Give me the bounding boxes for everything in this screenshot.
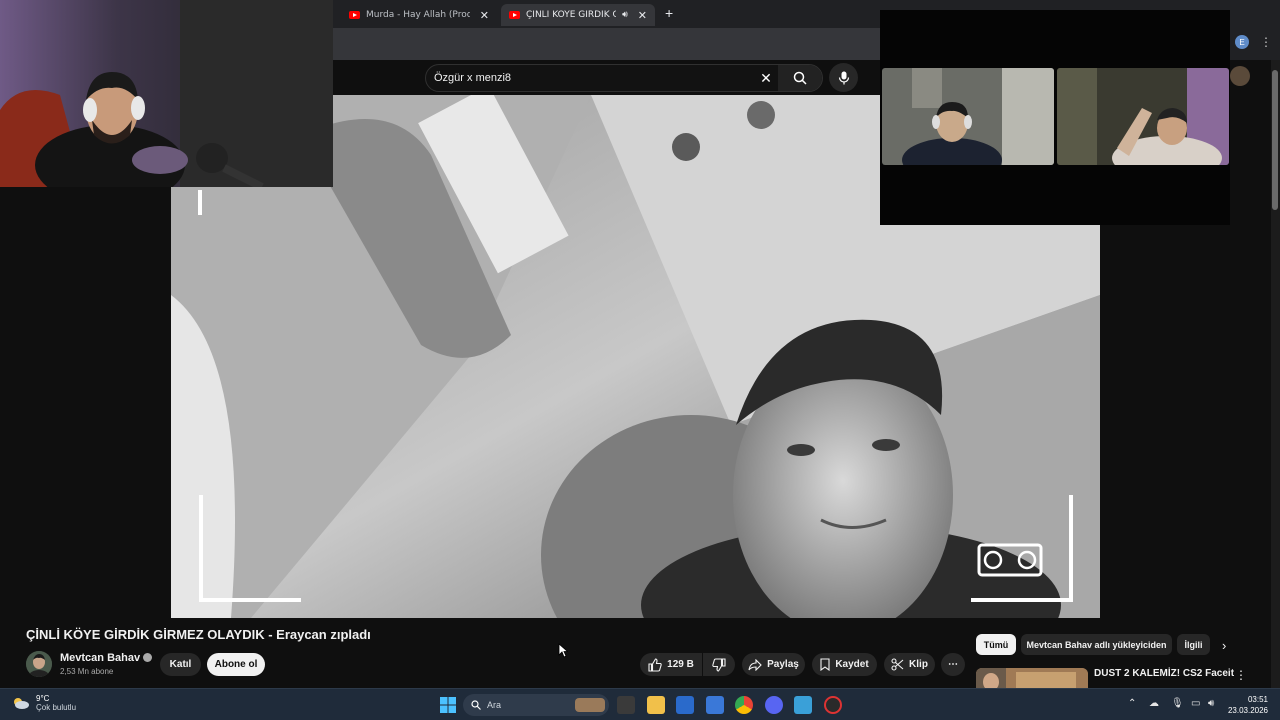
discord-icon[interactable] [765, 696, 783, 714]
scissors-icon [891, 658, 904, 671]
clock-date: 23.03.2026 [1227, 706, 1268, 715]
share-label: Paylaş [767, 659, 799, 670]
youtube-header: Özgür x menzi8 ✕ [333, 60, 880, 95]
scrollbar-thumb[interactable] [1272, 70, 1278, 210]
save-button[interactable]: Kaydet [812, 653, 877, 676]
taskbar-clock[interactable]: 03:51 23.03.2026 [1226, 694, 1268, 716]
search-input[interactable]: Özgür x menzi8 [426, 72, 754, 84]
mic-icon [838, 71, 849, 84]
taskbar-search-placeholder: Ara [487, 700, 502, 710]
search-icon [471, 700, 481, 710]
call-participant-tile [882, 68, 1054, 165]
onedrive-icon[interactable]: ☁︎ [1149, 698, 1159, 709]
menu-dots-icon[interactable]: ⋮ [1260, 35, 1272, 49]
cloud-icon [14, 698, 29, 709]
mouse-cursor-icon [558, 643, 568, 658]
menu-dots-icon[interactable]: ⋮ [1235, 668, 1247, 682]
avatar-image [26, 651, 52, 677]
volume-icon[interactable]: 🔊︎ [1208, 698, 1214, 709]
channel-name-label[interactable]: Mevtcan Bahav [60, 652, 140, 664]
more-dots-icon: ⋯ [948, 659, 958, 670]
windows-taskbar: 9°C Çok bulutlu Ara ⌃ ☁︎ 🎙︎ ▭ 🔊︎ 03:51 2… [0, 688, 1280, 720]
plus-icon[interactable]: + [665, 5, 673, 21]
chip-from-uploader[interactable]: Mevtcan Bahav adlı yükleyiciden [1021, 634, 1172, 655]
tab-murda[interactable]: Murda - Hay Allah (Prod. Vlado ✕ [341, 4, 497, 26]
close-icon[interactable]: ✕ [638, 9, 647, 22]
search-box[interactable]: Özgür x menzi8 ✕ [425, 64, 823, 92]
task-view-icon[interactable] [617, 696, 635, 714]
outlook-icon[interactable] [706, 696, 724, 714]
profile-avatar[interactable]: E [1235, 35, 1249, 49]
temperature: 9°C [36, 694, 50, 703]
store-icon[interactable] [676, 696, 694, 714]
join-label: Katıl [169, 659, 192, 670]
search-icon [793, 71, 807, 85]
search-button[interactable] [778, 65, 822, 91]
verified-icon [143, 653, 153, 662]
streamer-webcam [0, 0, 333, 187]
video-title: ÇİNLİ KÖYE GİRDİK GİRMEZ OLAYDIK - Erayc… [26, 627, 371, 642]
share-button[interactable]: Paylaş [742, 653, 805, 676]
search-highlight-image [575, 698, 605, 712]
call-participant-tile [1057, 68, 1229, 165]
tab-current-video[interactable]: ÇİNLİ KÖYE GİRDİK GİRME 🔊︎ ✕ [501, 4, 655, 26]
participant-video [882, 68, 1054, 165]
thumbs-up-icon [648, 657, 662, 672]
clip-label: Klip [909, 659, 928, 670]
chrome-icon[interactable] [735, 696, 753, 714]
clip-button[interactable]: Klip [884, 653, 935, 676]
steam-icon[interactable] [824, 696, 842, 714]
chip-all[interactable]: Tümü [976, 634, 1016, 655]
notepad-icon[interactable] [794, 696, 812, 714]
more-actions-button[interactable]: ⋯ [941, 653, 965, 676]
close-icon[interactable]: ✕ [754, 70, 778, 87]
taskbar-search[interactable]: Ara [463, 694, 609, 716]
speaker-icon[interactable]: 🔊︎ [622, 10, 628, 20]
voice-search-button[interactable] [829, 63, 858, 92]
tab-title: ÇİNLİ KÖYE GİRDİK GİRME [526, 10, 617, 20]
weather-widget[interactable]: 9°C Çok bulutlu [12, 694, 76, 712]
thumbnail-image [976, 668, 1088, 688]
dislike-button[interactable] [703, 653, 735, 676]
chevron-up-icon[interactable]: ⌃ [1128, 698, 1136, 709]
close-icon[interactable]: ✕ [480, 9, 489, 22]
join-button[interactable]: Katıl [160, 653, 201, 676]
bookmark-icon [820, 658, 830, 671]
subscriber-count: 2,53 Mn abone [60, 667, 114, 676]
display-icon[interactable]: ▭ [1191, 698, 1200, 709]
youtube-favicon-icon [349, 11, 360, 19]
clock-time: 03:51 [1247, 695, 1268, 704]
chip-related[interactable]: İlgili [1177, 634, 1210, 655]
subscribe-button[interactable]: Abone ol [207, 653, 265, 676]
subscribe-label: Abone ol [214, 659, 258, 670]
related-video-thumbnail[interactable] [976, 668, 1088, 688]
channel-avatar[interactable] [26, 651, 52, 677]
participant-video [1057, 68, 1229, 165]
channel-name[interactable]: Mevtcan Bahav [60, 652, 153, 664]
share-icon [748, 658, 762, 671]
mic-icon[interactable]: 🎙︎ [1171, 698, 1184, 709]
windows-start-icon[interactable] [440, 697, 456, 713]
chevron-right-icon[interactable]: › [1222, 638, 1226, 653]
like-button[interactable]: 129 B [640, 653, 702, 676]
account-avatar[interactable] [1230, 66, 1250, 86]
youtube-favicon-icon [509, 11, 520, 19]
file-explorer-icon[interactable] [647, 696, 665, 714]
tab-title: Murda - Hay Allah (Prod. Vlado [366, 10, 470, 20]
like-count: 129 B [667, 659, 694, 670]
thumbs-down-icon [712, 657, 726, 672]
webcam-frame [0, 0, 333, 187]
save-label: Kaydet [835, 659, 869, 670]
video-call-overlay [880, 10, 1230, 225]
related-video-title[interactable]: DUST 2 KALEMİZ! CS2 Faceit [1094, 668, 1234, 679]
browser-chrome-right [1230, 0, 1280, 60]
weather-condition: Çok bulutlu [36, 703, 77, 712]
